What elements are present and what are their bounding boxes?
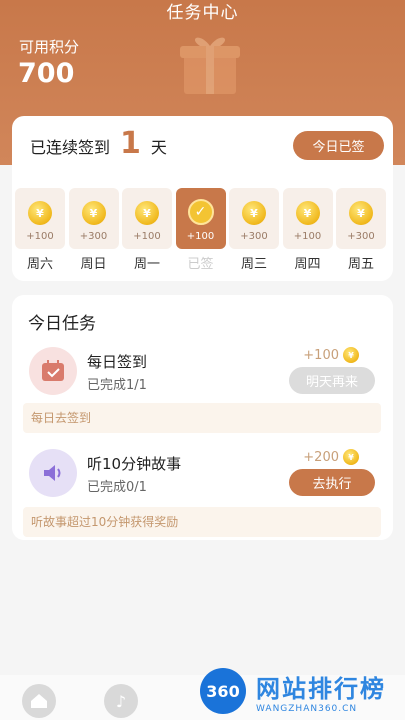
day-label: 已签 <box>187 257 214 272</box>
signed-today-button[interactable]: 今日已签 <box>293 131 384 160</box>
day-points: +100 <box>186 231 215 242</box>
task-hint: 每日去签到 <box>23 403 381 433</box>
day-points: +100 <box>26 231 54 242</box>
streak-days: 1 <box>120 126 141 161</box>
coin-icon: ¥ <box>135 201 159 225</box>
task-name: 每日签到 <box>87 353 148 371</box>
day-item[interactable]: ¥ +100 周一 <box>122 188 172 272</box>
task-reward: +200 ¥ <box>303 449 359 465</box>
coin-icon: ¥ <box>343 449 359 465</box>
watermark: 360 网站排行榜 WANGZHAN360.CN <box>200 662 405 720</box>
day-points: +300 <box>347 231 375 242</box>
speaker-icon <box>29 449 77 497</box>
day-label: 周日 <box>80 257 107 272</box>
day-item-signed[interactable]: ✓ +100 已签 <box>175 188 226 272</box>
watermark-subtitle: WANGZHAN360.CN <box>256 703 358 714</box>
streak-text: 已连续签到 1 天 <box>30 124 167 163</box>
watermark-title: 网站排行榜 <box>256 674 386 703</box>
day-points: +100 <box>133 231 161 242</box>
coin-icon: ¥ <box>349 201 373 225</box>
tasks-card: 今日任务 每日签到 已完成1/1 +100 ¥ 明天再来 每日去签到 听10分钟故… <box>12 295 393 540</box>
tasks-title: 今日任务 <box>28 314 96 334</box>
streak-prefix: 已连续签到 <box>30 138 111 157</box>
day-label: 周三 <box>240 257 267 272</box>
go-execute-button[interactable]: 去执行 <box>289 469 375 496</box>
page-title: 任务中心 <box>166 3 239 23</box>
points-value: 700 <box>18 58 75 89</box>
task-reward: +100 ¥ <box>303 347 359 363</box>
streak-suffix: 天 <box>150 138 167 157</box>
check-icon: ✓ <box>187 199 214 225</box>
day-points: +100 <box>293 231 322 242</box>
gift-icon <box>180 37 240 94</box>
week-days: ¥ +100 周六 ¥ +300 周日 ¥ +100 周一 ✓ +100 已签 ¥ +30… <box>15 188 390 272</box>
coin-icon: ¥ <box>295 201 320 225</box>
day-label: 周六 <box>26 257 53 272</box>
coin-icon: ¥ <box>242 201 266 225</box>
day-label: 周一 <box>133 257 160 272</box>
watermark-logo: 360 <box>200 668 246 714</box>
task-status: 已完成1/1 <box>87 378 147 393</box>
home-icon[interactable] <box>22 684 56 718</box>
points-label: 可用积分 <box>19 38 80 56</box>
music-icon[interactable]: ♪ <box>104 684 138 718</box>
day-points: +300 <box>79 231 108 242</box>
day-item[interactable]: ¥ +300 周五 <box>336 188 386 272</box>
calendar-icon <box>29 347 77 395</box>
task-status: 已完成0/1 <box>87 480 147 495</box>
day-item[interactable]: ¥ +100 周六 <box>15 188 65 272</box>
coin-icon: ¥ <box>343 347 359 363</box>
day-label: 周五 <box>347 257 374 272</box>
come-back-tomorrow-button[interactable]: 明天再来 <box>289 367 375 394</box>
coin-icon: ¥ <box>81 201 106 225</box>
day-label: 周四 <box>294 257 321 272</box>
day-item[interactable]: ¥ +100 周四 <box>282 188 333 272</box>
checkin-card: 已连续签到 1 天 今日已签 ¥ +100 周六 ¥ +300 周日 ¥ +100 周… <box>12 116 393 281</box>
task-hint: 听故事超过10分钟获得奖励 <box>23 507 381 537</box>
day-item[interactable]: ¥ +300 周日 <box>68 188 119 272</box>
task-name: 听10分钟故事 <box>87 455 182 473</box>
coin-icon: ¥ <box>28 201 52 225</box>
day-item[interactable]: ¥ +300 周三 <box>229 188 279 272</box>
day-points: +300 <box>240 231 268 242</box>
